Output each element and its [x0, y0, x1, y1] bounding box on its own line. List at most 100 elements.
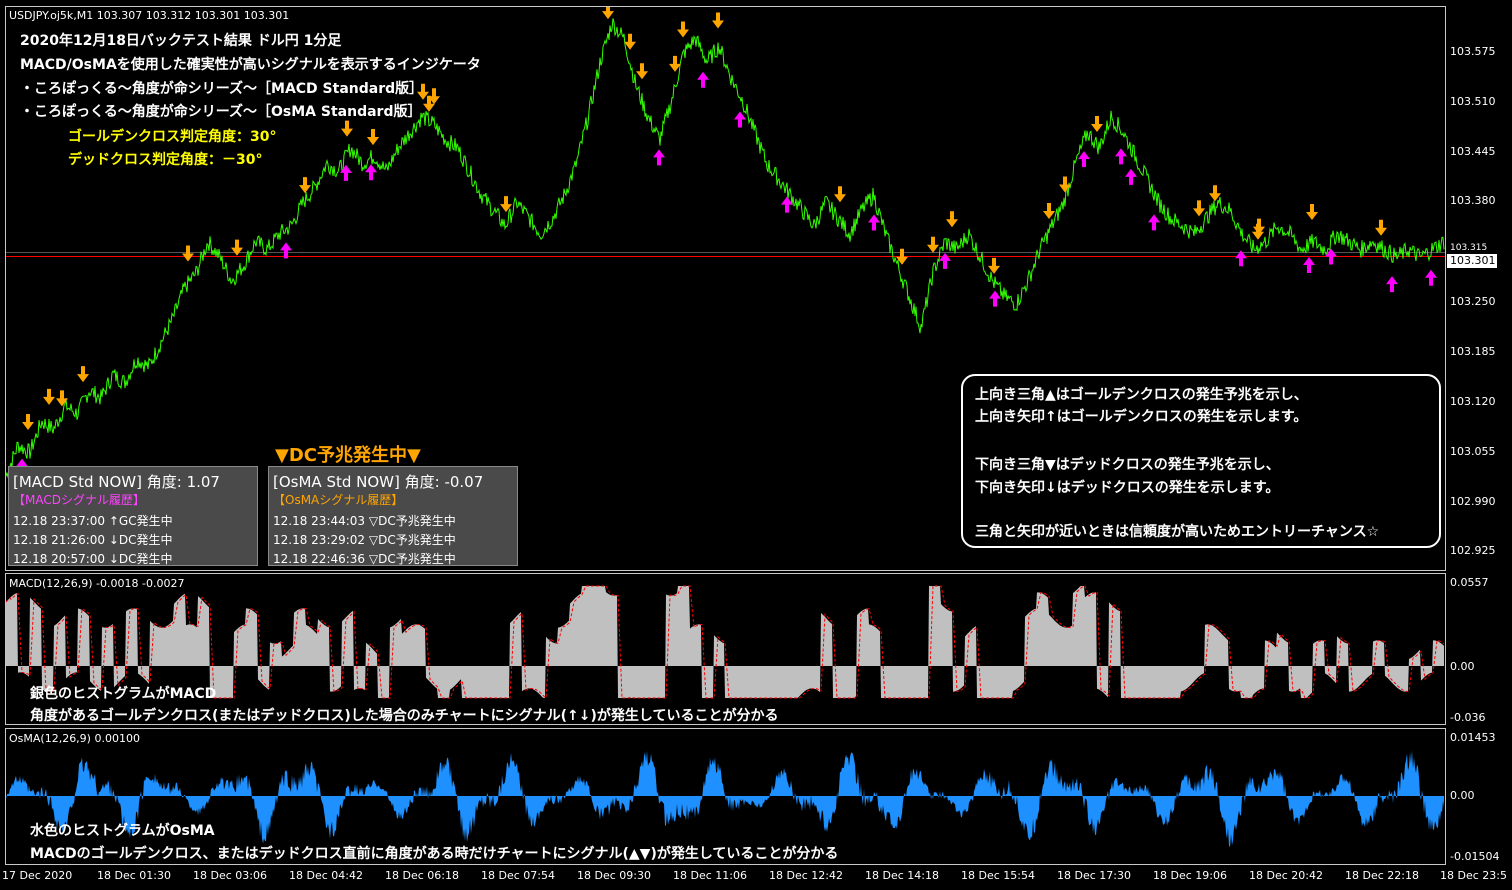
sell-signal-arrow	[22, 413, 34, 430]
macd-history-row: 12.18 21:26:00 ↓DC発生中	[13, 533, 173, 547]
price-tick: 102.990	[1450, 495, 1496, 508]
sell-signal-arrow	[927, 236, 939, 253]
current-price-label: 103.301	[1447, 254, 1497, 268]
price-tick: 103.055	[1450, 445, 1496, 458]
time-tick: 18 Dec 22:18	[1345, 869, 1419, 882]
price-tick: 103.380	[1450, 194, 1496, 207]
sell-signal-arrow	[1043, 203, 1055, 220]
osma-axis-tick: 0.01453	[1450, 731, 1496, 744]
buy-signal-arrow	[1425, 269, 1437, 286]
buy-signal-arrow	[1078, 151, 1090, 168]
dc-angle-label: デッドクロス判定角度：－30°	[68, 152, 263, 168]
price-tick: 102.925	[1450, 544, 1496, 557]
osma-history-row: 12.18 23:29:02 ▽DC予兆発生中	[273, 533, 456, 547]
signal-legend-box: 上向き三角▲はゴールデンクロスの発生予兆を示し、 上向き矢印↑はゴールデンクロス…	[961, 374, 1441, 548]
buy-signal-arrow	[734, 111, 746, 128]
macd-history-row: 12.18 20:57:00 ↓DC発生中	[13, 552, 173, 566]
buy-signal-arrow	[1386, 276, 1398, 293]
osma-status-panel: [OsMA Std NOW] 角度: -0.07 【OsMAシグナル履歴】 12…	[268, 466, 518, 566]
price-tick: 103.185	[1450, 345, 1496, 358]
osma-panel-subtitle: 【OsMAシグナル履歴】	[273, 493, 404, 507]
macd-subwindow[interactable]	[5, 573, 1446, 725]
price-tick: 103.315	[1450, 243, 1488, 253]
sell-signal-arrow	[1306, 203, 1318, 220]
time-tick: 18 Dec 12:42	[769, 869, 843, 882]
sell-signal-arrow	[231, 239, 243, 256]
buy-signal-arrow	[868, 214, 880, 231]
time-tick: 18 Dec 04:42	[289, 869, 363, 882]
macd-axis-tick: 0.00	[1450, 660, 1475, 673]
sell-signal-arrow	[1375, 219, 1387, 236]
macd-title: MACD(12,26,9) -0.0018 -0.0027	[9, 577, 185, 590]
price-tick: 103.575	[1450, 45, 1496, 58]
osma-history-row: 12.18 23:44:03 ▽DC予兆発生中	[273, 514, 456, 528]
time-tick: 18 Dec 03:06	[193, 869, 267, 882]
sell-signal-arrow	[1193, 200, 1205, 217]
macd-panel-header: [MACD Std NOW] 角度: 1.07	[13, 473, 220, 491]
macd-axis-tick: 0.0557	[1450, 576, 1489, 589]
header-line-3: ・ころぽっくる～角度が命シリーズ～［MACD Standard版］	[20, 81, 424, 97]
time-tick: 18 Dec 15:54	[961, 869, 1035, 882]
price-tick: 103.250	[1450, 295, 1496, 308]
dc-signal-banner: ▼DC予兆発生中▼	[275, 445, 421, 466]
sell-signal-arrow	[834, 186, 846, 203]
buy-signal-arrow	[939, 252, 951, 269]
macd-note-1: 銀色のヒストグラムがMACD	[30, 686, 217, 702]
legend-line: 上向き三角▲はゴールデンクロスの発生予兆を示し、	[975, 387, 1308, 403]
osma-note-2: MACDのゴールデンクロス、またはデッドクロス直前に角度がある時だけチャートにシ…	[30, 846, 839, 862]
osma-histogram-fill	[6, 750, 1444, 848]
time-tick: 18 Dec 14:18	[865, 869, 939, 882]
header-line-1: 2020年12月18日バックテスト結果 ドル円 1分足	[20, 33, 342, 49]
time-tick: 17 Dec 2020	[2, 869, 73, 882]
sell-signal-arrow	[367, 129, 379, 146]
legend-line: 下向き三角▼はデッドクロスの発生予兆を示し、	[975, 457, 1280, 473]
osma-history-row: 12.18 22:46:36 ▽DC予兆発生中	[273, 552, 456, 566]
time-tick: 18 Dec 19:06	[1153, 869, 1227, 882]
macd-panel-subtitle: 【MACDシグナル履歴】	[13, 493, 145, 507]
sell-signal-arrow	[636, 63, 648, 80]
sell-signal-arrow	[43, 388, 55, 405]
time-tick: 18 Dec 09:30	[577, 869, 651, 882]
buy-signal-arrow	[653, 149, 665, 166]
osma-panel-header: [OsMA Std NOW] 角度: -0.07	[273, 473, 484, 491]
time-tick: 18 Dec 06:18	[385, 869, 459, 882]
time-tick: 18 Dec 01:30	[97, 869, 171, 882]
macd-history-row: 12.18 23:37:00 ↑GC発生中	[13, 514, 173, 528]
time-tick: 18 Dec 23:5	[1440, 869, 1507, 882]
macd-note-2: 角度があるゴールデンクロス(またはデッドクロス)した場合のみチャートにシグナル(…	[30, 708, 779, 724]
sell-signal-arrow	[946, 211, 958, 228]
sell-signal-arrow	[182, 245, 194, 262]
legend-line: 三角と矢印が近いときは信頼度が高いためエントリーチャンス☆	[975, 524, 1380, 540]
sell-signal-arrow	[341, 120, 353, 137]
legend-line: 下向き矢印↓はデッドクロスの発生を示します。	[975, 480, 1280, 496]
sell-signal-arrow	[77, 366, 89, 383]
sell-signal-arrow	[299, 177, 311, 194]
macd-status-panel: [MACD Std NOW] 角度: 1.07 【MACDシグナル履歴】 12.…	[8, 466, 258, 566]
sell-signal-arrow	[677, 21, 689, 38]
macd-axis-tick: -0.036	[1450, 711, 1486, 724]
sell-signal-arrow	[1059, 176, 1071, 193]
buy-signal-arrow	[989, 290, 1001, 307]
buy-signal-arrow	[1148, 214, 1160, 231]
time-tick: 18 Dec 20:42	[1249, 869, 1323, 882]
time-tick: 18 Dec 11:06	[673, 869, 747, 882]
macd-histogram-fill	[6, 586, 1444, 698]
buy-signal-arrow	[1125, 168, 1137, 185]
macd-histogram	[6, 585, 1445, 699]
osma-axis-tick: -0.01504	[1450, 850, 1500, 863]
gc-angle-label: ゴールデンクロス判定角度：30°	[68, 129, 277, 145]
time-tick: 18 Dec 17:30	[1057, 869, 1131, 882]
sell-signal-arrow	[602, 7, 614, 20]
header-line-4: ・ころぽっくる～角度が命シリーズ～［OsMA Standard版］	[20, 104, 422, 120]
header-line-2: MACD/OsMAを使用した確実性が高いシグナルを表示するインジケータ	[20, 57, 481, 73]
price-tick: 103.445	[1450, 145, 1496, 158]
time-tick: 18 Dec 07:54	[481, 869, 555, 882]
osma-axis-tick: 0.00	[1450, 789, 1475, 802]
sell-signal-arrow	[1091, 115, 1103, 132]
osma-title: OsMA(12,26,9) 0.00100	[9, 732, 140, 745]
price-tick: 103.120	[1450, 395, 1496, 408]
sell-signal-arrow	[712, 12, 724, 29]
sell-signal-arrow	[988, 257, 1000, 274]
symbol-info: USDJPY.oj5k,M1 103.307 103.312 103.301 1…	[9, 9, 290, 22]
legend-line: 上向き矢印↑はゴールデンクロスの発生を示します。	[975, 409, 1308, 425]
